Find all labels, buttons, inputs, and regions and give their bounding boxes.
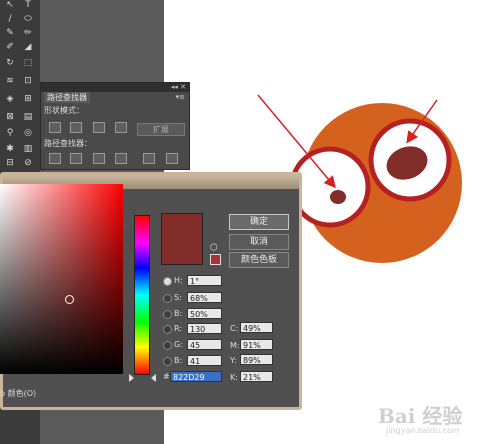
cancel-button[interactable]: 取消 [229,234,289,250]
magenta-input[interactable]: 91% [240,339,273,350]
color-field[interactable] [0,184,123,374]
hue-slider-left-arrow[interactable] [129,374,134,382]
trim-icon[interactable] [70,153,82,164]
blue-input[interactable]: 41 [187,355,222,366]
saturation-input[interactable]: 68% [187,292,222,303]
watermark-logo: Bai 经验 [378,404,463,428]
ok-button[interactable]: 确定 [229,214,289,230]
panel-menu-icon[interactable]: ▾≡ [176,93,185,101]
black-label: K: [230,373,238,382]
unite-icon[interactable] [49,122,61,133]
out-of-gamut-swatch[interactable] [210,254,221,265]
brightness-radio[interactable] [163,310,172,319]
panel-drag-bar[interactable]: ◂◂ ✕ [41,83,189,92]
panel-collapse-icon[interactable]: ◂◂ ✕ [171,83,186,92]
hex-label: # [163,372,170,381]
saturation-label: S: [174,293,182,302]
only-web-colors-checkbox-label[interactable]: b 颜色(O) [0,388,36,399]
intersect-icon[interactable] [93,122,105,133]
blue-label: B: [174,356,183,365]
minus-back-icon[interactable] [166,153,178,164]
pathfinders-label: 路径查找器： [44,139,92,148]
hue-slider-right-arrow[interactable] [151,374,156,382]
left-pupil [330,190,346,204]
blue-radio[interactable] [163,357,172,366]
saturation-radio[interactable] [163,294,172,303]
red-input[interactable]: 130 [187,323,222,334]
brightness-input[interactable]: 50% [187,308,222,319]
web-safe-cube-icon[interactable]: ⬡ [210,243,218,253]
hex-input[interactable]: 822D29 [170,371,222,382]
crop-icon[interactable] [115,153,127,164]
outline-icon[interactable] [143,153,155,164]
yellow-input[interactable]: 89% [240,354,273,365]
hue-label: H: [174,276,183,285]
cyan-input[interactable]: 49% [240,322,273,333]
watermark-url: jingyan.baidu.com [386,426,460,435]
current-color-swatch [161,213,203,265]
red-radio[interactable] [163,325,172,334]
green-radio[interactable] [163,341,172,350]
black-input[interactable]: 21% [240,371,273,382]
divide-icon[interactable] [49,153,61,164]
brightness-label: B: [174,309,183,318]
merge-icon[interactable] [93,153,105,164]
yellow-label: Y: [230,356,237,365]
expand-button[interactable]: 扩展 [137,123,185,136]
pathfinder-panel: ◂◂ ✕ 路径查找器 ▾≡ 形状模式： 扩展 路径查找器： [40,82,190,170]
hue-radio[interactable] [163,277,172,286]
shape-modes-label: 形状模式： [44,106,84,115]
green-input[interactable]: 45 [187,339,222,350]
tab-pathfinder[interactable]: 路径查找器 [44,92,90,103]
color-swatches-button[interactable]: 颜色色板 [229,252,289,268]
hue-input[interactable]: 1° [187,275,222,286]
green-label: G: [174,340,183,349]
magenta-label: M: [230,341,240,350]
cyan-label: C: [230,324,239,333]
exclude-icon[interactable] [115,122,127,133]
minus-front-icon[interactable] [70,122,82,133]
red-label: R: [174,324,183,333]
hue-slider[interactable] [134,215,150,375]
left-eye-ring [289,146,371,228]
color-field-marker[interactable] [65,295,74,304]
